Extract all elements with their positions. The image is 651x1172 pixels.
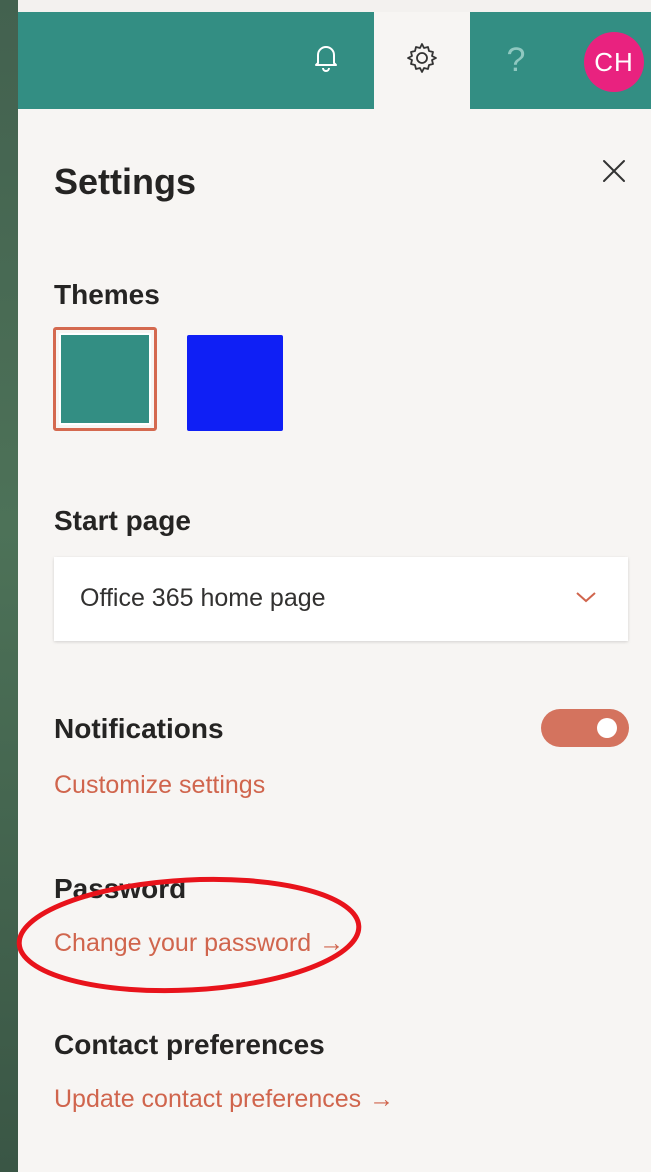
customize-settings-link[interactable]: Customize settings	[54, 771, 265, 800]
change-password-label: Change your password	[54, 929, 312, 957]
arrow-right-icon: →	[369, 1085, 395, 1113]
notifications-heading: Notifications	[54, 713, 224, 744]
notifications-toggle[interactable]	[541, 709, 629, 747]
top-bar: ? CH	[18, 12, 651, 109]
update-contact-label: Update contact preferences	[54, 1085, 362, 1113]
settings-panel: Settings Themes Start page Office 365 ho…	[18, 109, 651, 1172]
avatar[interactable]: CH	[584, 32, 644, 92]
toggle-knob	[597, 718, 617, 738]
start-page-heading: Start page	[54, 505, 191, 536]
start-page-dropdown[interactable]: Office 365 home page	[54, 557, 628, 641]
avatar-initials: CH	[594, 46, 634, 77]
start-page-value: Office 365 home page	[80, 584, 326, 612]
change-password-link[interactable]: Change your password →	[54, 929, 344, 958]
chevron-down-icon	[574, 585, 598, 614]
close-button[interactable]	[596, 155, 632, 191]
theme-option-blue[interactable]	[187, 335, 283, 431]
background-strip	[0, 0, 18, 1172]
help-icon: ?	[506, 41, 526, 79]
close-icon	[601, 158, 627, 189]
theme-swatch-teal	[59, 333, 151, 425]
gear-icon	[405, 41, 439, 80]
arrow-right-icon: →	[319, 929, 345, 957]
settings-button[interactable]	[374, 12, 470, 109]
contact-heading: Contact preferences	[54, 1029, 325, 1060]
help-button[interactable]: ?	[488, 12, 544, 109]
themes-heading: Themes	[54, 279, 160, 310]
update-contact-link[interactable]: Update contact preferences →	[54, 1085, 394, 1114]
theme-option-teal[interactable]	[53, 327, 157, 431]
top-border	[18, 0, 651, 12]
bell-icon	[313, 44, 339, 77]
password-heading: Password	[54, 873, 187, 904]
customize-settings-label: Customize settings	[54, 771, 266, 799]
notifications-button[interactable]	[296, 12, 356, 109]
panel-title: Settings	[54, 161, 197, 202]
